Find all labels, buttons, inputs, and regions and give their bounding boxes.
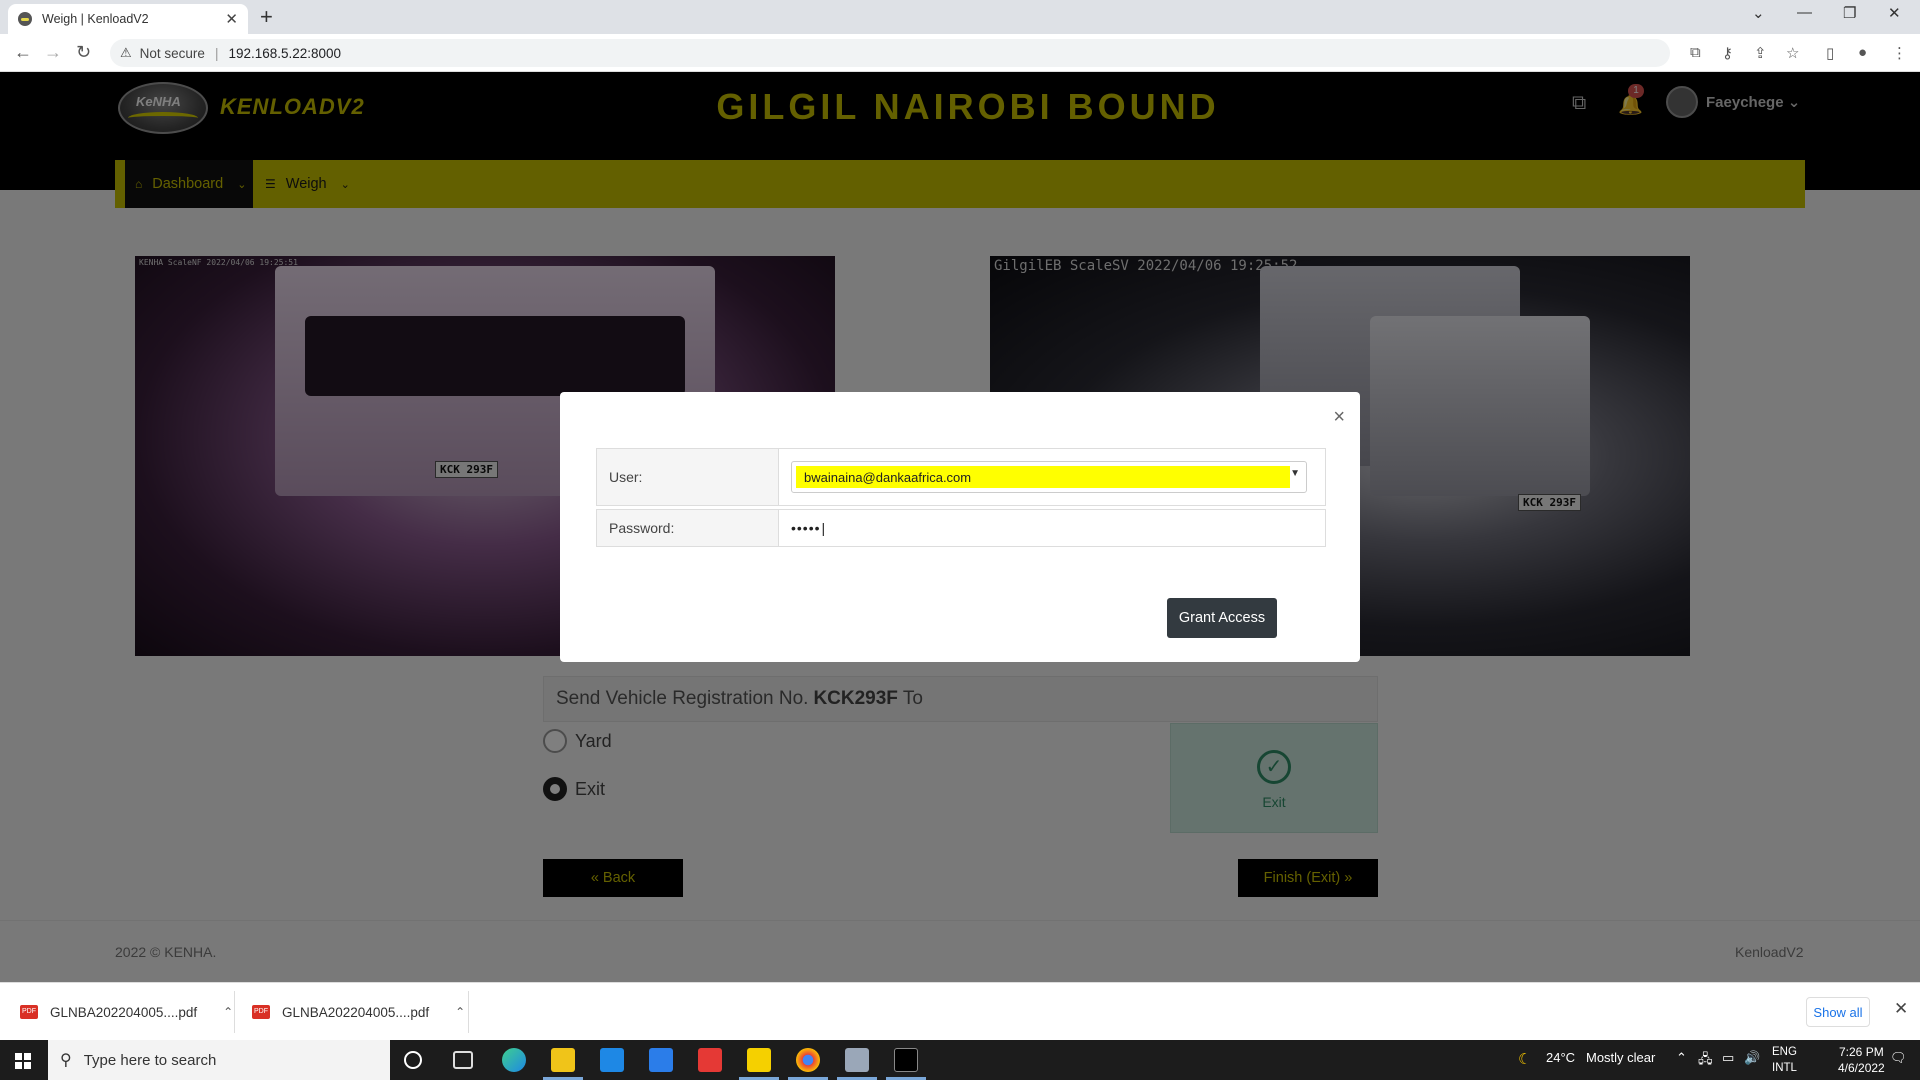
browser-tab-bar: Weigh | KenloadV2 ✕ + ⌄ — ❐ ✕: [0, 0, 1920, 34]
moon-weather-icon[interactable]: ☾: [1518, 1050, 1531, 1068]
anydesk-icon[interactable]: [698, 1048, 722, 1072]
cast-icon[interactable]: ⧉: [1690, 44, 1701, 61]
pdf-icon: PDF: [252, 1005, 270, 1019]
reload-icon[interactable]: ↻: [76, 42, 91, 63]
sticky-notes-icon[interactable]: [747, 1048, 771, 1072]
forward-arrow-icon[interactable]: →: [44, 42, 62, 63]
volume-icon[interactable]: 🔊: [1744, 1050, 1760, 1066]
restore-button[interactable]: ❐: [1843, 4, 1856, 22]
show-all-button[interactable]: Show all: [1806, 997, 1870, 1027]
language-indicator[interactable]: ENG INTL: [1772, 1044, 1797, 1076]
download-item[interactable]: PDF GLNBA202204005....pdf ⌃: [252, 997, 465, 1027]
user-row: User: bwainaina@dankaafrica.com ▼: [596, 448, 1326, 506]
tab-close-icon[interactable]: ✕: [225, 10, 238, 28]
password-field[interactable]: •••••: [791, 520, 826, 536]
back-arrow-icon[interactable]: ←: [14, 42, 32, 63]
network-app-icon[interactable]: [845, 1048, 869, 1072]
chevron-up-icon[interactable]: ⌃: [223, 1005, 233, 1019]
credentials-form: User: bwainaina@dankaafrica.com ▼ Passwo…: [596, 448, 1326, 547]
share-icon[interactable]: ⇪: [1754, 44, 1767, 62]
warning-icon: ⚠: [120, 45, 132, 60]
download-shelf: PDF GLNBA202204005....pdf ⌃ PDF GLNBA202…: [0, 982, 1920, 1040]
search-icon: ⚲: [60, 1052, 72, 1069]
address-bar-row: ← → ↻ ⚠ Not secure | 192.168.5.22:8000 ⧉…: [0, 34, 1920, 72]
modal-backdrop[interactable]: × User: bwainaina@dankaafrica.com ▼ Pass…: [0, 72, 1920, 982]
user-select[interactable]: bwainaina@dankaafrica.com ▼: [791, 461, 1307, 493]
file-explorer-icon[interactable]: [551, 1048, 575, 1072]
key-icon[interactable]: ⚷: [1722, 44, 1733, 62]
page: KeNHA KENLOADV2 GILGIL NAIROBI BOUND ⧉ 🔔…: [0, 72, 1920, 982]
browser-tab[interactable]: Weigh | KenloadV2 ✕: [8, 4, 248, 34]
profile-icon[interactable]: ●: [1858, 44, 1867, 61]
site-favicon-icon: [18, 12, 32, 26]
url-bar[interactable]: ⚠ Not secure | 192.168.5.22:8000: [110, 39, 1670, 67]
chevron-up-icon[interactable]: ⌃: [455, 1005, 465, 1019]
windows-start-icon[interactable]: [15, 1053, 31, 1069]
mail-icon[interactable]: [649, 1048, 673, 1072]
battery-icon[interactable]: ▭: [1722, 1050, 1734, 1066]
clock[interactable]: 7:26 PM 4/6/2022: [1838, 1044, 1885, 1076]
tab-title: Weigh | KenloadV2: [42, 12, 149, 26]
close-window-button[interactable]: ✕: [1888, 4, 1901, 22]
user-select-value: bwainaina@dankaafrica.com: [796, 466, 1290, 488]
task-view-icon[interactable]: [453, 1051, 473, 1069]
password-label: Password:: [597, 510, 779, 546]
modal-close-button[interactable]: ×: [1333, 406, 1345, 429]
network-icon[interactable]: 🖧: [1698, 1050, 1713, 1072]
url-text[interactable]: 192.168.5.22:8000: [228, 46, 341, 61]
edge-icon[interactable]: [502, 1048, 526, 1072]
pdf-icon: PDF: [20, 1005, 38, 1019]
new-tab-button[interactable]: +: [260, 4, 273, 30]
tab-search-icon[interactable]: ⌄: [1752, 4, 1765, 22]
notifications-icon[interactable]: 🗨: [1890, 1050, 1907, 1066]
download-item[interactable]: PDF GLNBA202204005....pdf ⌃: [20, 997, 233, 1027]
bookmark-star-icon[interactable]: ☆: [1786, 44, 1799, 62]
chrome-icon[interactable]: [796, 1048, 820, 1072]
side-panel-icon[interactable]: ▯: [1826, 44, 1834, 62]
security-label[interactable]: Not secure: [140, 46, 205, 61]
close-shelf-icon[interactable]: ✕: [1894, 999, 1908, 1019]
windows-taskbar: ⚲ Type here to search ☾ 24°C Mostly clea…: [0, 1040, 1920, 1080]
weather-desc[interactable]: Mostly clear: [1586, 1050, 1655, 1065]
password-row: Password: •••••: [596, 509, 1326, 547]
user-label: User:: [597, 449, 779, 505]
store-icon[interactable]: [600, 1048, 624, 1072]
weather-temp[interactable]: 24°C: [1546, 1050, 1575, 1065]
grant-access-button[interactable]: Grant Access: [1167, 598, 1277, 638]
browser-menu-icon[interactable]: ⋮: [1892, 44, 1907, 62]
dropdown-arrow-icon[interactable]: ▼: [1290, 468, 1300, 479]
terminal-icon[interactable]: [894, 1048, 918, 1072]
taskbar-search[interactable]: ⚲ Type here to search: [48, 1040, 390, 1080]
chevron-up-icon[interactable]: ⌃: [1676, 1050, 1687, 1066]
minimize-button[interactable]: —: [1797, 4, 1812, 21]
grant-access-modal: × User: bwainaina@dankaafrica.com ▼ Pass…: [560, 392, 1360, 662]
cortana-icon[interactable]: [404, 1051, 422, 1069]
